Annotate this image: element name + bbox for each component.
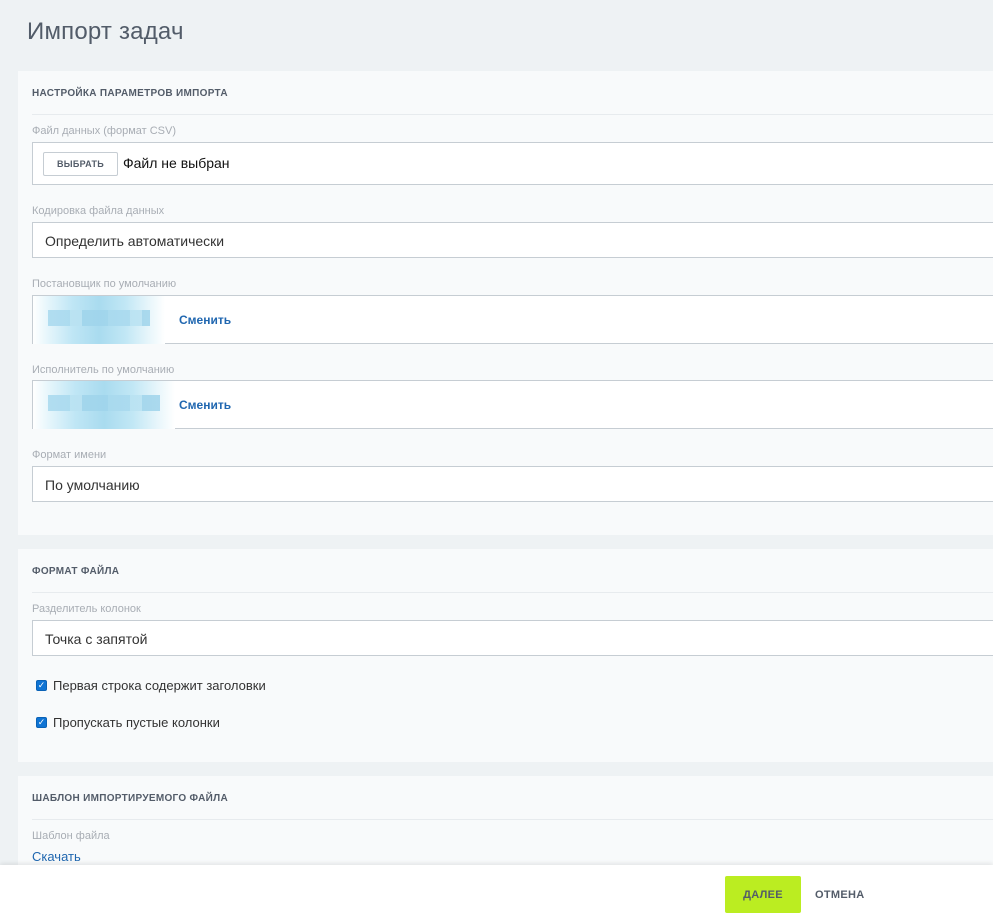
footer-bar: Далее Отмена [0, 865, 993, 919]
change-responsible-link[interactable]: Сменить [179, 398, 231, 412]
encoding-label: Кодировка файла данных [32, 205, 165, 217]
name-format-select[interactable]: По умолчанию [32, 466, 993, 502]
file-template-label: Шаблон файла [32, 830, 110, 842]
default-creator-field: Сменить [32, 295, 993, 344]
first-row-headers-label: Первая строка содержит заголовки [53, 678, 266, 693]
file-format-section: Формат файла Разделитель колонок Точка с… [18, 549, 993, 762]
default-creator-label: Постановщик по умолчанию [32, 278, 177, 290]
encoding-select[interactable]: Определить автоматически [32, 222, 993, 258]
download-template-link[interactable]: Скачать [32, 849, 81, 864]
page-title: Импорт задач [27, 18, 184, 45]
divider [32, 114, 993, 115]
skip-empty-columns-option[interactable]: ✓ Пропускать пустые колонки [36, 715, 220, 730]
encoding-value: Определить автоматически [45, 233, 225, 249]
creator-user-chip [33, 296, 165, 344]
cancel-button[interactable]: Отмена [815, 876, 864, 913]
name-format-value: По умолчанию [45, 477, 140, 493]
name-format-label: Формат имени [32, 449, 107, 461]
section-title-import-settings: Настройка параметров импорта [32, 88, 228, 99]
separator-select[interactable]: Точка с запятой [32, 620, 993, 656]
default-responsible-field: Сменить [32, 380, 993, 429]
import-page: Импорт задач Настройка параметров импорт… [0, 0, 993, 919]
template-section: Шаблон импортируемого файла Шаблон файла… [18, 776, 993, 876]
responsible-user-chip [33, 381, 175, 429]
change-creator-link[interactable]: Сменить [179, 313, 231, 327]
divider [32, 819, 993, 820]
skip-empty-columns-label: Пропускать пустые колонки [53, 715, 220, 730]
import-settings-section: Настройка параметров импорта Файл данных… [18, 71, 993, 535]
data-file-label: Файл данных (формат CSV) [32, 125, 177, 137]
data-file-field: Выбрать Файл не выбран [32, 142, 993, 185]
section-title-template: Шаблон импортируемого файла [32, 793, 228, 804]
separator-value: Точка с запятой [45, 631, 148, 647]
choose-file-button[interactable]: Выбрать [43, 152, 118, 176]
next-button[interactable]: Далее [725, 876, 801, 913]
section-title-file-format: Формат файла [32, 566, 120, 577]
skip-empty-columns-checkbox[interactable]: ✓ [36, 717, 47, 728]
default-responsible-label: Исполнитель по умолчанию [32, 364, 175, 376]
divider [32, 592, 993, 593]
first-row-headers-checkbox[interactable]: ✓ [36, 680, 47, 691]
first-row-headers-option[interactable]: ✓ Первая строка содержит заголовки [36, 678, 266, 693]
file-status-text: Файл не выбран [123, 155, 230, 171]
separator-label: Разделитель колонок [32, 603, 141, 615]
